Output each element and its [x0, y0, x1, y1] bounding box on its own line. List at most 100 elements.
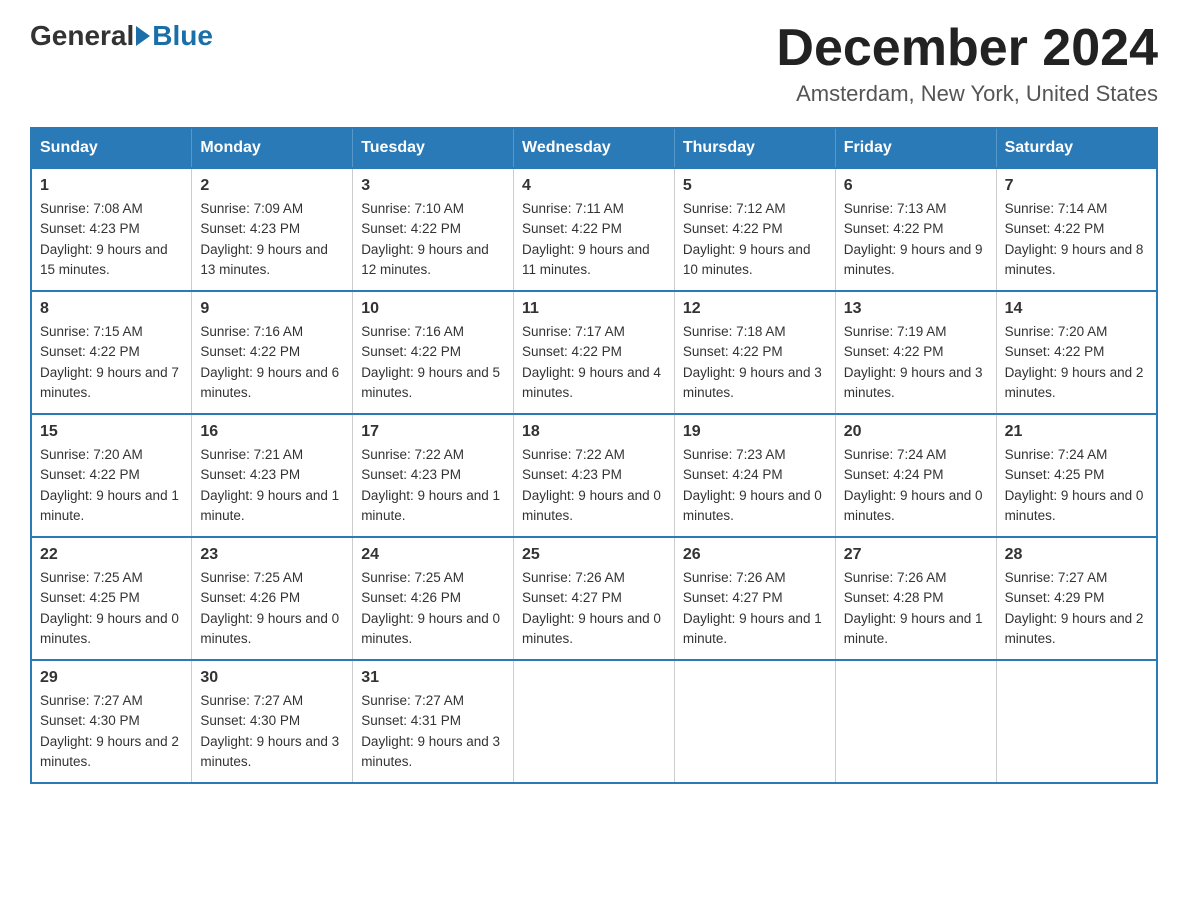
calendar-cell: 18 Sunrise: 7:22 AM Sunset: 4:23 PM Dayl… [514, 414, 675, 537]
page-header: General Blue December 2024 Amsterdam, Ne… [30, 20, 1158, 107]
calendar-cell: 31 Sunrise: 7:27 AM Sunset: 4:31 PM Dayl… [353, 660, 514, 783]
calendar-cell: 7 Sunrise: 7:14 AM Sunset: 4:22 PM Dayli… [996, 168, 1157, 291]
calendar-cell: 13 Sunrise: 7:19 AM Sunset: 4:22 PM Dayl… [835, 291, 996, 414]
calendar-cell: 28 Sunrise: 7:27 AM Sunset: 4:29 PM Dayl… [996, 537, 1157, 660]
calendar-cell [514, 660, 675, 783]
logo-arrow-icon [136, 26, 150, 46]
calendar-cell: 25 Sunrise: 7:26 AM Sunset: 4:27 PM Dayl… [514, 537, 675, 660]
day-info: Sunrise: 7:20 AM Sunset: 4:22 PM Dayligh… [40, 445, 183, 526]
calendar-cell [674, 660, 835, 783]
day-info: Sunrise: 7:27 AM Sunset: 4:30 PM Dayligh… [40, 691, 183, 772]
calendar-cell [996, 660, 1157, 783]
day-info: Sunrise: 7:25 AM Sunset: 4:25 PM Dayligh… [40, 568, 183, 649]
calendar-cell: 19 Sunrise: 7:23 AM Sunset: 4:24 PM Dayl… [674, 414, 835, 537]
day-info: Sunrise: 7:09 AM Sunset: 4:23 PM Dayligh… [200, 199, 344, 280]
day-info: Sunrise: 7:24 AM Sunset: 4:24 PM Dayligh… [844, 445, 988, 526]
day-number: 3 [361, 177, 505, 195]
day-info: Sunrise: 7:17 AM Sunset: 4:22 PM Dayligh… [522, 322, 666, 403]
calendar-week-3: 15 Sunrise: 7:20 AM Sunset: 4:22 PM Dayl… [31, 414, 1157, 537]
calendar-cell: 3 Sunrise: 7:10 AM Sunset: 4:22 PM Dayli… [353, 168, 514, 291]
day-info: Sunrise: 7:14 AM Sunset: 4:22 PM Dayligh… [1005, 199, 1148, 280]
day-number: 28 [1005, 546, 1148, 564]
day-info: Sunrise: 7:22 AM Sunset: 4:23 PM Dayligh… [361, 445, 505, 526]
day-info: Sunrise: 7:25 AM Sunset: 4:26 PM Dayligh… [361, 568, 505, 649]
day-number: 7 [1005, 177, 1148, 195]
logo: General Blue [30, 20, 213, 52]
day-number: 10 [361, 300, 505, 318]
day-info: Sunrise: 7:10 AM Sunset: 4:22 PM Dayligh… [361, 199, 505, 280]
day-number: 27 [844, 546, 988, 564]
day-number: 5 [683, 177, 827, 195]
calendar-cell: 26 Sunrise: 7:26 AM Sunset: 4:27 PM Dayl… [674, 537, 835, 660]
calendar-table: Sunday Monday Tuesday Wednesday Thursday… [30, 127, 1158, 784]
calendar-cell: 21 Sunrise: 7:24 AM Sunset: 4:25 PM Dayl… [996, 414, 1157, 537]
day-number: 14 [1005, 300, 1148, 318]
day-number: 20 [844, 423, 988, 441]
header-row: Sunday Monday Tuesday Wednesday Thursday… [31, 128, 1157, 168]
day-info: Sunrise: 7:16 AM Sunset: 4:22 PM Dayligh… [361, 322, 505, 403]
calendar-cell: 22 Sunrise: 7:25 AM Sunset: 4:25 PM Dayl… [31, 537, 192, 660]
day-number: 21 [1005, 423, 1148, 441]
calendar-cell: 9 Sunrise: 7:16 AM Sunset: 4:22 PM Dayli… [192, 291, 353, 414]
col-saturday: Saturday [996, 128, 1157, 168]
day-number: 23 [200, 546, 344, 564]
day-info: Sunrise: 7:15 AM Sunset: 4:22 PM Dayligh… [40, 322, 183, 403]
day-number: 17 [361, 423, 505, 441]
day-info: Sunrise: 7:22 AM Sunset: 4:23 PM Dayligh… [522, 445, 666, 526]
day-number: 18 [522, 423, 666, 441]
calendar-cell: 30 Sunrise: 7:27 AM Sunset: 4:30 PM Dayl… [192, 660, 353, 783]
day-info: Sunrise: 7:27 AM Sunset: 4:29 PM Dayligh… [1005, 568, 1148, 649]
calendar-cell: 6 Sunrise: 7:13 AM Sunset: 4:22 PM Dayli… [835, 168, 996, 291]
calendar-cell: 2 Sunrise: 7:09 AM Sunset: 4:23 PM Dayli… [192, 168, 353, 291]
calendar-header: Sunday Monday Tuesday Wednesday Thursday… [31, 128, 1157, 168]
logo-blue-text: Blue [152, 20, 213, 52]
day-number: 12 [683, 300, 827, 318]
day-number: 9 [200, 300, 344, 318]
col-friday: Friday [835, 128, 996, 168]
day-number: 31 [361, 669, 505, 687]
day-info: Sunrise: 7:11 AM Sunset: 4:22 PM Dayligh… [522, 199, 666, 280]
calendar-cell: 20 Sunrise: 7:24 AM Sunset: 4:24 PM Dayl… [835, 414, 996, 537]
day-info: Sunrise: 7:25 AM Sunset: 4:26 PM Dayligh… [200, 568, 344, 649]
col-sunday: Sunday [31, 128, 192, 168]
day-number: 15 [40, 423, 183, 441]
day-number: 6 [844, 177, 988, 195]
calendar-cell [835, 660, 996, 783]
day-info: Sunrise: 7:26 AM Sunset: 4:27 PM Dayligh… [522, 568, 666, 649]
calendar-cell: 29 Sunrise: 7:27 AM Sunset: 4:30 PM Dayl… [31, 660, 192, 783]
day-number: 13 [844, 300, 988, 318]
day-info: Sunrise: 7:18 AM Sunset: 4:22 PM Dayligh… [683, 322, 827, 403]
day-info: Sunrise: 7:08 AM Sunset: 4:23 PM Dayligh… [40, 199, 183, 280]
day-number: 4 [522, 177, 666, 195]
calendar-body: 1 Sunrise: 7:08 AM Sunset: 4:23 PM Dayli… [31, 168, 1157, 783]
day-number: 22 [40, 546, 183, 564]
day-info: Sunrise: 7:13 AM Sunset: 4:22 PM Dayligh… [844, 199, 988, 280]
calendar-cell: 4 Sunrise: 7:11 AM Sunset: 4:22 PM Dayli… [514, 168, 675, 291]
calendar-cell: 11 Sunrise: 7:17 AM Sunset: 4:22 PM Dayl… [514, 291, 675, 414]
calendar-week-4: 22 Sunrise: 7:25 AM Sunset: 4:25 PM Dayl… [31, 537, 1157, 660]
calendar-cell: 1 Sunrise: 7:08 AM Sunset: 4:23 PM Dayli… [31, 168, 192, 291]
day-number: 19 [683, 423, 827, 441]
calendar-cell: 16 Sunrise: 7:21 AM Sunset: 4:23 PM Dayl… [192, 414, 353, 537]
day-info: Sunrise: 7:26 AM Sunset: 4:27 PM Dayligh… [683, 568, 827, 649]
calendar-cell: 15 Sunrise: 7:20 AM Sunset: 4:22 PM Dayl… [31, 414, 192, 537]
day-number: 2 [200, 177, 344, 195]
day-info: Sunrise: 7:16 AM Sunset: 4:22 PM Dayligh… [200, 322, 344, 403]
day-info: Sunrise: 7:12 AM Sunset: 4:22 PM Dayligh… [683, 199, 827, 280]
calendar-cell: 17 Sunrise: 7:22 AM Sunset: 4:23 PM Dayl… [353, 414, 514, 537]
calendar-cell: 23 Sunrise: 7:25 AM Sunset: 4:26 PM Dayl… [192, 537, 353, 660]
calendar-week-5: 29 Sunrise: 7:27 AM Sunset: 4:30 PM Dayl… [31, 660, 1157, 783]
day-info: Sunrise: 7:27 AM Sunset: 4:31 PM Dayligh… [361, 691, 505, 772]
day-number: 25 [522, 546, 666, 564]
logo-general-text: General [30, 20, 134, 52]
day-info: Sunrise: 7:21 AM Sunset: 4:23 PM Dayligh… [200, 445, 344, 526]
day-number: 29 [40, 669, 183, 687]
calendar-cell: 27 Sunrise: 7:26 AM Sunset: 4:28 PM Dayl… [835, 537, 996, 660]
day-number: 8 [40, 300, 183, 318]
col-thursday: Thursday [674, 128, 835, 168]
calendar-cell: 8 Sunrise: 7:15 AM Sunset: 4:22 PM Dayli… [31, 291, 192, 414]
location-subtitle: Amsterdam, New York, United States [776, 81, 1158, 107]
day-info: Sunrise: 7:23 AM Sunset: 4:24 PM Dayligh… [683, 445, 827, 526]
day-number: 1 [40, 177, 183, 195]
calendar-cell: 10 Sunrise: 7:16 AM Sunset: 4:22 PM Dayl… [353, 291, 514, 414]
